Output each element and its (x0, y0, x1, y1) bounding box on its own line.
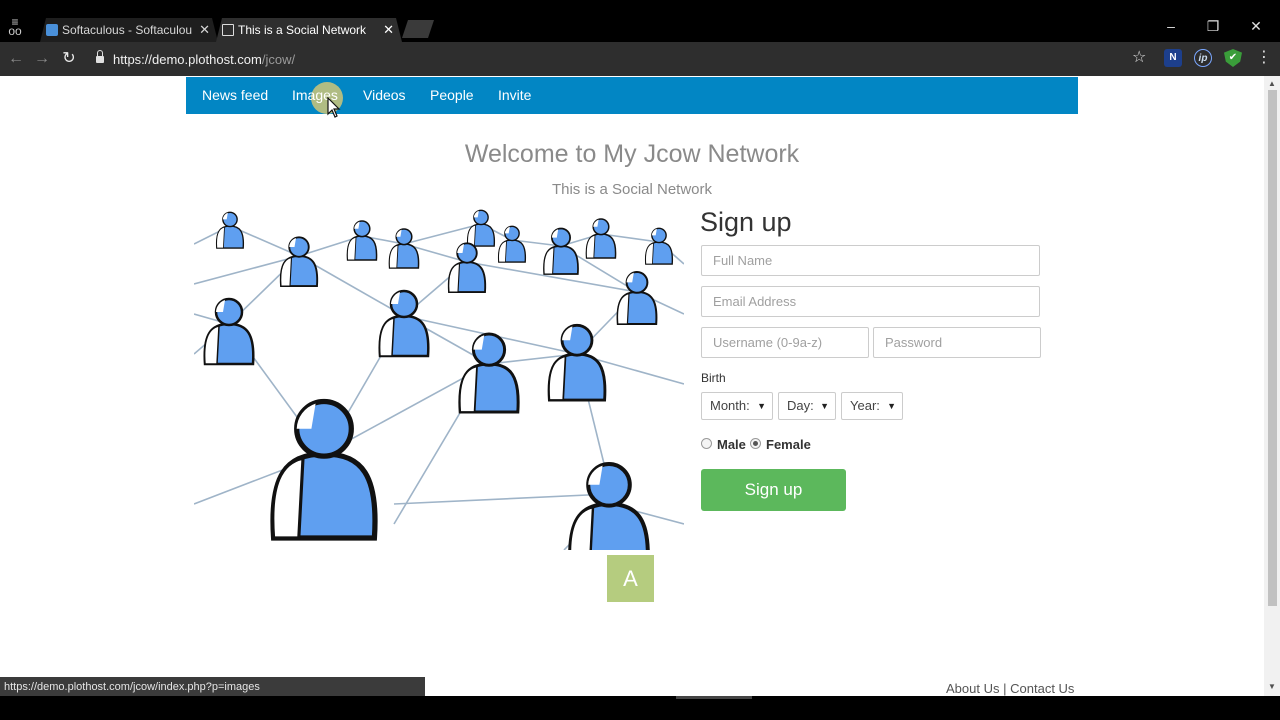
tab-close-icon[interactable]: ✕ (383, 18, 394, 42)
tab-title: Softaculous - Softaculou (62, 23, 193, 37)
ip-extension-icon[interactable]: ip (1194, 49, 1212, 67)
avatar[interactable]: A (607, 555, 654, 602)
signup-button[interactable]: Sign up (701, 469, 846, 511)
caret-down-icon: ▼ (820, 401, 829, 411)
password-input[interactable] (873, 327, 1041, 358)
forward-arrow-icon[interactable]: → (31, 48, 53, 70)
site-navbar: News feed Images Videos People Invite (186, 77, 1078, 118)
restore-icon[interactable]: ❐ (1193, 16, 1233, 36)
reload-icon[interactable]: ↻ (58, 48, 80, 70)
scrollbar-thumb[interactable] (1268, 90, 1277, 606)
scroll-down-icon[interactable]: ▼ (1268, 682, 1276, 691)
gender-female-radio[interactable] (750, 438, 761, 449)
bookmark-star-icon[interactable]: ☆ (1132, 46, 1146, 70)
footer-links: About Us | Contact Us (946, 681, 1074, 696)
browser-tab-social-network[interactable]: This is a Social Network ✕ (216, 18, 402, 42)
back-arrow-icon[interactable]: ← (5, 48, 27, 70)
footer-about-link[interactable]: About Us (946, 681, 999, 696)
lock-icon (96, 50, 104, 63)
gender-female-label: Female (766, 437, 811, 452)
gender-male-radio[interactable] (701, 438, 712, 449)
window-close-icon[interactable]: ✕ (1236, 16, 1276, 36)
birth-day-select[interactable]: Day: ▼ (778, 392, 836, 420)
select-value: Day: (787, 398, 814, 413)
full-name-input[interactable] (701, 245, 1040, 276)
jcow-favicon-icon (222, 24, 234, 36)
browser-menu-icon[interactable]: ⋮ (1256, 48, 1272, 68)
scroll-up-icon[interactable]: ▲ (1268, 79, 1276, 88)
page-viewport: News feed Images Videos People Invite We… (0, 76, 1264, 696)
tab-title: This is a Social Network (238, 23, 367, 37)
nav-videos[interactable]: Videos (363, 77, 406, 114)
nav-news-feed[interactable]: News feed (202, 77, 268, 114)
gender-male-label: Male (717, 437, 746, 452)
select-value: Year: (850, 398, 880, 413)
select-value: Month: (710, 398, 750, 413)
bottom-handle (676, 696, 752, 699)
minimize-icon[interactable]: – (1151, 16, 1191, 36)
caret-down-icon: ▼ (757, 401, 766, 411)
signup-title: Sign up (700, 207, 792, 237)
caret-down-icon: ▼ (887, 401, 896, 411)
email-input[interactable] (701, 286, 1040, 317)
footer-separator: | (1003, 681, 1007, 696)
birth-year-select[interactable]: Year: ▼ (841, 392, 903, 420)
birth-label: Birth (701, 371, 726, 385)
vertical-scrollbar[interactable]: ▲ ▼ (1264, 76, 1280, 696)
mouse-cursor-icon (327, 97, 341, 118)
browser-profile-icon[interactable]: ≡ oo (6, 16, 24, 37)
address-url: https://demo.plothost.com/jcow/ (113, 52, 296, 67)
browser-titlebar: ≡ oo Softaculous - Softaculou ✕ This is a… (0, 0, 1280, 42)
nav-people[interactable]: People (430, 77, 474, 114)
footer-contact-link[interactable]: Contact Us (1010, 681, 1074, 696)
browser-toolbar: ← → ↻ https://demo.plothost.com/jcow/ (0, 42, 1280, 76)
address-bar[interactable]: https://demo.plothost.com/jcow/ (88, 47, 1160, 72)
birth-month-select[interactable]: Month: ▼ (701, 392, 773, 420)
bottom-bar (0, 696, 1280, 720)
nav-invite[interactable]: Invite (498, 77, 531, 114)
welcome-title: Welcome to My Jcow Network (464, 140, 800, 168)
softaculous-favicon-icon (46, 24, 58, 36)
welcome-subtitle: This is a Social Network (551, 181, 713, 198)
social-network-illustration (194, 209, 684, 550)
tab-close-icon[interactable]: ✕ (199, 18, 210, 42)
status-bar-url: https://demo.plothost.com/jcow/index.php… (0, 677, 425, 696)
browser-tab-softaculous[interactable]: Softaculous - Softaculou ✕ (40, 18, 218, 42)
n-extension-icon[interactable]: N (1164, 49, 1182, 67)
username-input[interactable] (701, 327, 869, 358)
new-tab-button[interactable] (402, 20, 434, 38)
